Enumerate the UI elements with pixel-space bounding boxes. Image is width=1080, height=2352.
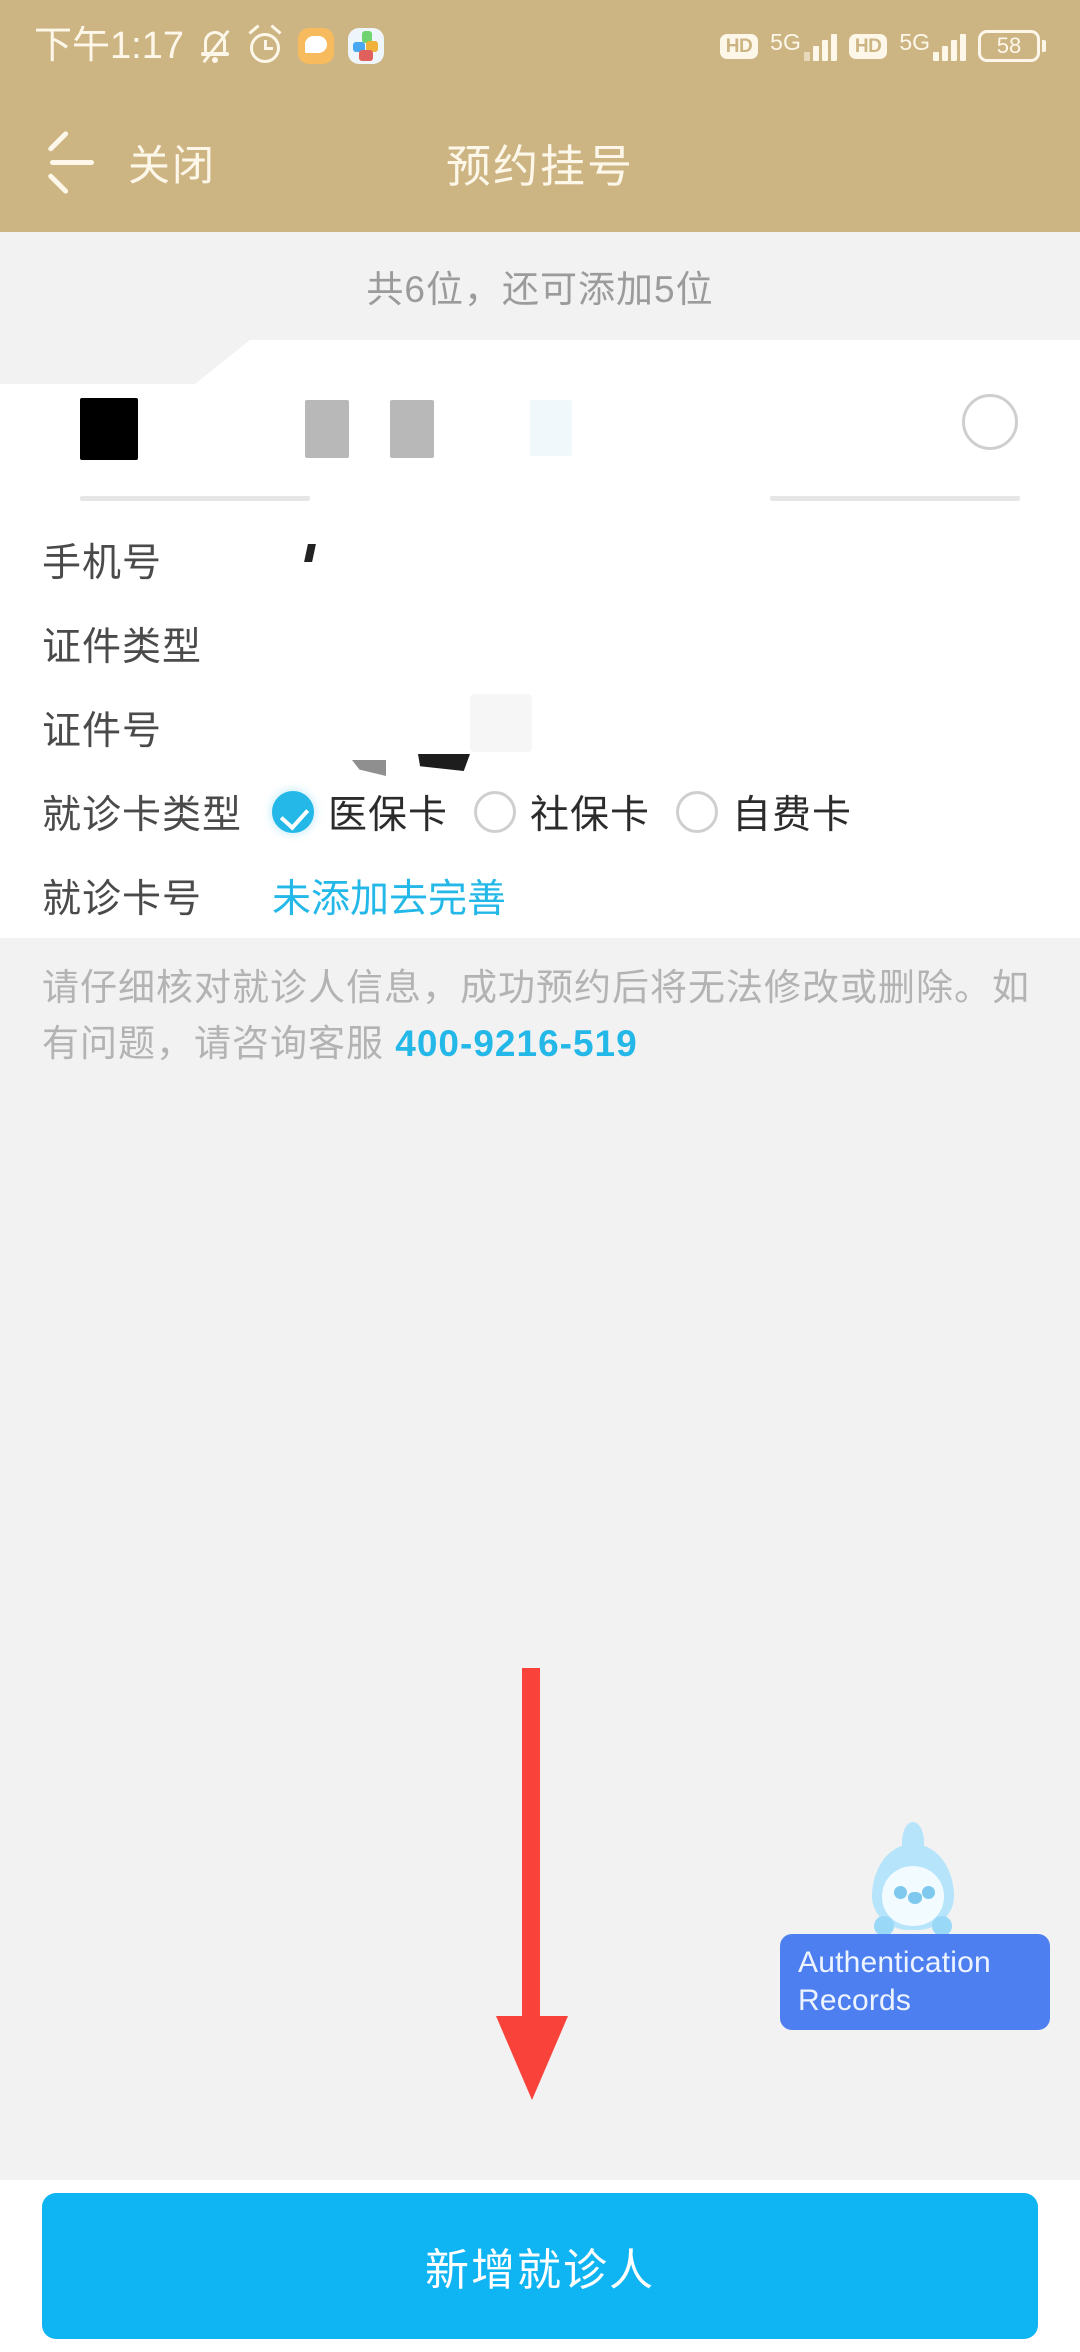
penguin-mascot-icon	[858, 1822, 968, 1944]
chat-bubble-icon	[297, 28, 334, 64]
card-type-radio-group: 医保卡 社保卡 自费卡	[272, 784, 878, 840]
signal-bars-sim1	[803, 31, 837, 61]
field-row-id-number[interactable]: 证件号	[0, 686, 1080, 770]
patient-form-rows: 手机号 证件类型 证件号 就诊卡类型 医保卡 社保卡 自费卡 就诊卡号 未添加去…	[0, 518, 1080, 938]
radio-option-medical-insurance[interactable]: 医保卡	[272, 784, 448, 840]
patient-card[interactable]: 手机号 证件类型 证件号 就诊卡类型 医保卡 社保卡 自费卡 就诊卡号 未添加去…	[0, 340, 1080, 938]
status-bar-right: HD 5G HD 5G 58	[719, 30, 1046, 62]
notice-text: 请仔细核对就诊人信息，成功预约后将无法修改或删除。如有问题，请咨询客服 400-…	[0, 960, 1080, 1072]
auth-widget-line2: Records	[798, 1984, 912, 2017]
field-label-phone: 手机号	[42, 542, 163, 585]
patient-name-row[interactable]	[0, 368, 1080, 501]
field-row-card-type: 就诊卡类型 医保卡 社保卡 自费卡	[0, 754, 1080, 854]
hd-badge-sim2: HD	[848, 33, 888, 59]
hd-badge-sim1: HD	[719, 33, 759, 59]
close-button[interactable]: 关闭	[128, 132, 216, 193]
redaction-mark-id-number	[470, 694, 532, 752]
signal-sim2: 5G	[899, 31, 966, 61]
complete-card-number-link[interactable]: 未添加去完善	[272, 868, 506, 924]
signal-bars-sim2	[933, 31, 966, 61]
red-down-arrow-icon	[496, 1668, 568, 2100]
authentication-records-chip[interactable]: Authentication Records	[780, 1934, 1050, 2030]
select-underline-decoration	[770, 496, 1020, 501]
field-row-card-number[interactable]: 就诊卡号 未添加去完善	[0, 854, 1080, 938]
radio-label-medical-insurance: 医保卡	[328, 794, 449, 837]
field-label-id-type: 证件类型	[42, 626, 203, 669]
field-row-phone[interactable]: 手机号	[0, 518, 1080, 602]
radio-label-social-security: 社保卡	[530, 794, 651, 837]
field-label-card-type: 就诊卡类型	[42, 794, 243, 837]
redacted-block-3	[530, 400, 572, 456]
battery-level: 58	[978, 30, 1040, 62]
field-row-id-type[interactable]: 证件类型	[0, 602, 1080, 686]
redacted-name-block	[80, 398, 138, 460]
radio-option-self-pay[interactable]: 自费卡	[676, 784, 852, 840]
alarm-clock-icon	[246, 24, 284, 65]
phone-screen: 下午1:17 HD 5G HD 5G 58 关闭 预约挂号 共6位，还可添加5位…	[0, 0, 1080, 2352]
patient-select-radio[interactable]	[962, 394, 1018, 450]
back-arrow-icon[interactable]	[46, 130, 98, 195]
radio-option-social-security[interactable]: 社保卡	[474, 784, 650, 840]
network-label-sim2: 5G	[899, 29, 930, 55]
redacted-block-2	[390, 400, 434, 458]
radio-dot-checked-icon	[272, 791, 314, 833]
radio-label-self-pay: 自费卡	[732, 794, 853, 837]
signal-sim1: 5G	[770, 31, 837, 61]
battery-icon: 58	[978, 30, 1046, 62]
auth-widget-line1: Authentication	[798, 1946, 991, 1979]
radio-dot-icon	[474, 791, 517, 833]
patient-count-bar: 共6位，还可添加5位	[0, 232, 1080, 340]
add-patient-button[interactable]: 新增就诊人	[42, 2193, 1038, 2339]
patient-count-text: 共6位，还可添加5位	[366, 269, 714, 310]
field-label-id-number: 证件号	[42, 710, 163, 753]
status-bar: 下午1:17 HD 5G HD 5G 58	[0, 0, 1080, 92]
customer-service-phone[interactable]: 400-9216-519	[395, 1023, 637, 1064]
status-bar-left: 下午1:17	[34, 24, 384, 67]
navigation-bar: 关闭 预约挂号	[0, 92, 1080, 232]
field-label-card-number: 就诊卡号	[42, 878, 203, 921]
status-time: 下午1:17	[34, 25, 184, 67]
authentication-records-widget[interactable]: Authentication Records	[780, 1822, 1050, 2030]
redaction-mark-phone	[304, 544, 316, 562]
network-label-sim1: 5G	[770, 29, 801, 55]
radio-dot-icon-2	[676, 791, 719, 833]
redacted-block-1	[305, 400, 349, 458]
bottom-action-bar: 新增就诊人	[0, 2180, 1080, 2352]
name-underline-decoration	[80, 496, 310, 501]
photos-app-icon	[347, 28, 384, 64]
mute-bell-icon	[198, 27, 232, 65]
